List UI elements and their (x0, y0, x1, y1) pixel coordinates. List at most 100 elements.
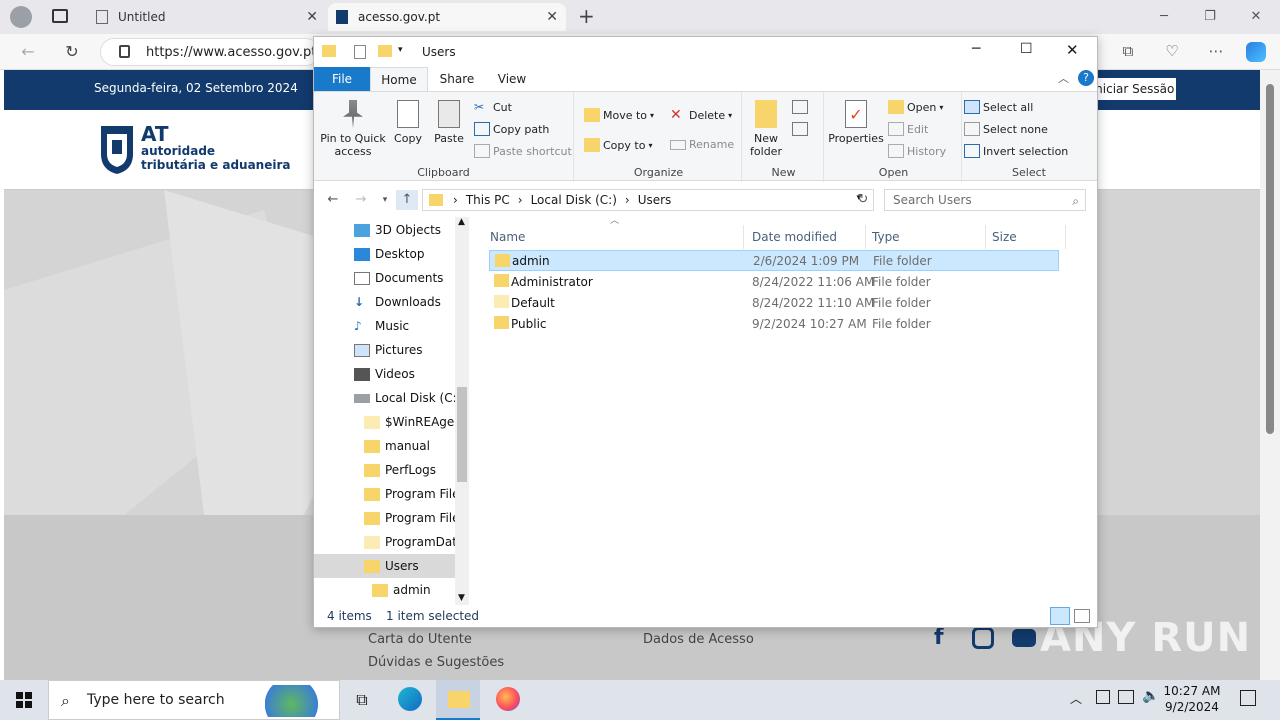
properties-button[interactable]: ✓ Properties (828, 100, 884, 145)
details-view-icon[interactable] (1050, 607, 1070, 625)
notifications-icon[interactable] (1240, 690, 1256, 706)
network-icon[interactable] (1096, 690, 1110, 704)
nav-item-music[interactable]: ♪ Music (354, 314, 409, 338)
taskbar-clock[interactable]: 10:27 AM 9/2/2024 (1160, 683, 1224, 715)
collections-icon[interactable]: ⧉ (1116, 42, 1140, 62)
tab-untitled[interactable]: Untitled ✕ (88, 3, 326, 31)
file-row[interactable]: Administrator 8/24/2022 11:06 AM File fo… (489, 271, 1059, 292)
more-options-icon[interactable]: ⋯ (1204, 42, 1228, 62)
select-all-button[interactable]: Select all (964, 100, 1033, 114)
paste-button[interactable]: Paste (430, 100, 468, 145)
close-button[interactable]: ✕ (1066, 41, 1079, 59)
nav-item-program-files[interactable]: Program Files (364, 482, 466, 506)
navigation-pane[interactable]: 3D Objects Desktop Documents ↓ Downloads … (314, 217, 469, 605)
copy-to-button[interactable]: Copy to ▾ (584, 138, 652, 152)
close-icon[interactable]: ✕ (546, 9, 558, 25)
tab-home[interactable]: Home (370, 67, 428, 91)
minimize-button[interactable]: ─ (972, 41, 980, 57)
nav-item-programdata[interactable]: ProgramData (364, 530, 464, 554)
file-row[interactable]: Default 8/24/2022 11:10 AM File folder (489, 292, 1059, 313)
minimize-button[interactable]: ─ (1144, 6, 1184, 28)
facebook-icon[interactable]: f (934, 625, 944, 650)
help-icon[interactable]: ? (1078, 70, 1094, 86)
select-none-button[interactable]: Select none (964, 122, 1048, 136)
qat-dropdown-icon[interactable]: ▾ (398, 45, 403, 55)
scroll-up-icon[interactable]: ▲ (458, 217, 465, 227)
nav-scrollbar-thumb[interactable] (457, 387, 467, 482)
edit-button[interactable]: Edit (888, 122, 928, 136)
tab-file[interactable]: File (314, 67, 370, 91)
large-icons-view-icon[interactable] (1074, 609, 1090, 623)
nav-item-3d-objects[interactable]: 3D Objects (354, 218, 441, 242)
pin-quick-access-button[interactable]: Pin to Quick access (318, 100, 388, 158)
tab-share[interactable]: Share (430, 67, 484, 91)
recent-locations-button[interactable]: ▾ (374, 190, 396, 210)
new-folder-qat-icon[interactable] (378, 45, 392, 57)
taskbar-search-box[interactable]: ⌕ Type here to search (48, 680, 340, 720)
task-view-icon[interactable]: ⧉ (340, 684, 384, 716)
new-item-icon[interactable] (792, 100, 808, 114)
scrollbar-thumb[interactable] (1266, 84, 1274, 434)
file-row[interactable]: admin 2/6/2024 1:09 PM File folder (489, 250, 1059, 271)
properties-qat-icon[interactable] (354, 45, 366, 59)
firefox-taskbar-icon[interactable] (486, 684, 530, 716)
footer-link[interactable]: Dados de Acesso (643, 632, 754, 647)
nav-scrollbar[interactable]: ▲ ▼ (455, 217, 469, 605)
nav-item-users[interactable]: Users (314, 554, 455, 578)
at-logo[interactable]: AT autoridade tributária e aduaneira (99, 122, 299, 178)
nav-item-downloads[interactable]: ↓ Downloads (354, 290, 441, 314)
nav-item-winreagent[interactable]: $WinREAgent (364, 410, 467, 434)
scroll-down-icon[interactable]: ▼ (458, 593, 465, 603)
easy-access-icon[interactable] (792, 122, 808, 136)
collapse-ribbon-icon[interactable]: ︿ (1058, 70, 1069, 86)
path-segment[interactable]: Users (638, 193, 672, 207)
column-size[interactable]: Size (986, 225, 1066, 249)
footer-link[interactable]: Carta do Utente (368, 632, 472, 647)
youtube-icon[interactable] (1012, 629, 1036, 647)
copy-button[interactable]: Copy (390, 100, 426, 145)
tab-actions-icon[interactable] (52, 9, 68, 23)
refresh-button[interactable]: ↻ (58, 40, 86, 64)
volume-icon[interactable]: 🔈 (1142, 688, 1159, 704)
refresh-button[interactable]: ↻ (852, 190, 874, 210)
address-path[interactable]: › This PC › Local Disk (C:) › Users ▾ (422, 189, 874, 211)
nav-item-admin[interactable]: admin (372, 578, 431, 602)
copilot-icon[interactable] (1246, 42, 1266, 62)
history-button[interactable]: History (888, 144, 946, 158)
profile-icon[interactable] (10, 6, 32, 28)
column-date-modified[interactable]: Date modified (746, 225, 866, 249)
nav-item-desktop[interactable]: Desktop (354, 242, 425, 266)
close-icon[interactable]: ✕ (306, 9, 318, 25)
rename-button[interactable]: Rename (670, 138, 734, 151)
close-window-button[interactable]: ✕ (1236, 6, 1276, 28)
file-explorer-taskbar-icon[interactable] (436, 680, 480, 720)
nav-item-perflogs[interactable]: PerfLogs (364, 458, 436, 482)
back-button[interactable]: ← (14, 40, 42, 64)
delete-button[interactable]: ✕ Delete ▾ (670, 108, 732, 122)
search-input[interactable]: Search Users ⌕ (884, 189, 1086, 211)
instagram-icon[interactable] (972, 627, 994, 649)
nav-item-videos[interactable]: Videos (354, 362, 415, 386)
tab-acesso[interactable]: acesso.gov.pt ✕ (328, 3, 566, 31)
show-hidden-icons-icon[interactable]: ︿ (1070, 690, 1082, 707)
nav-item-local-disk[interactable]: Local Disk (C:) (354, 386, 461, 410)
paste-shortcut-button[interactable]: Paste shortcut (474, 144, 572, 158)
path-segment[interactable]: This PC (466, 193, 510, 207)
browser-essentials-icon[interactable]: ♡ (1160, 42, 1184, 62)
nav-item-program-files-x86[interactable]: Program Files (364, 506, 466, 530)
up-button[interactable]: ↑ (396, 190, 418, 210)
new-tab-button[interactable]: + (578, 4, 600, 28)
cut-button[interactable]: ✂ Cut (474, 100, 512, 114)
invert-selection-button[interactable]: Invert selection (964, 144, 1068, 158)
nav-item-manual[interactable]: manual (364, 434, 430, 458)
start-button[interactable] (0, 680, 48, 720)
footer-link[interactable]: Dúvidas e Sugestões (368, 655, 504, 670)
open-button[interactable]: Open ▾ (888, 100, 943, 114)
page-scrollbar[interactable] (1260, 70, 1280, 680)
nav-item-documents[interactable]: Documents (354, 266, 443, 290)
column-type[interactable]: Type (866, 225, 986, 249)
copy-path-button[interactable]: Copy path (474, 122, 549, 136)
tab-view[interactable]: View (486, 67, 538, 91)
back-button[interactable]: ← (322, 190, 344, 210)
edge-taskbar-icon[interactable] (388, 684, 432, 716)
